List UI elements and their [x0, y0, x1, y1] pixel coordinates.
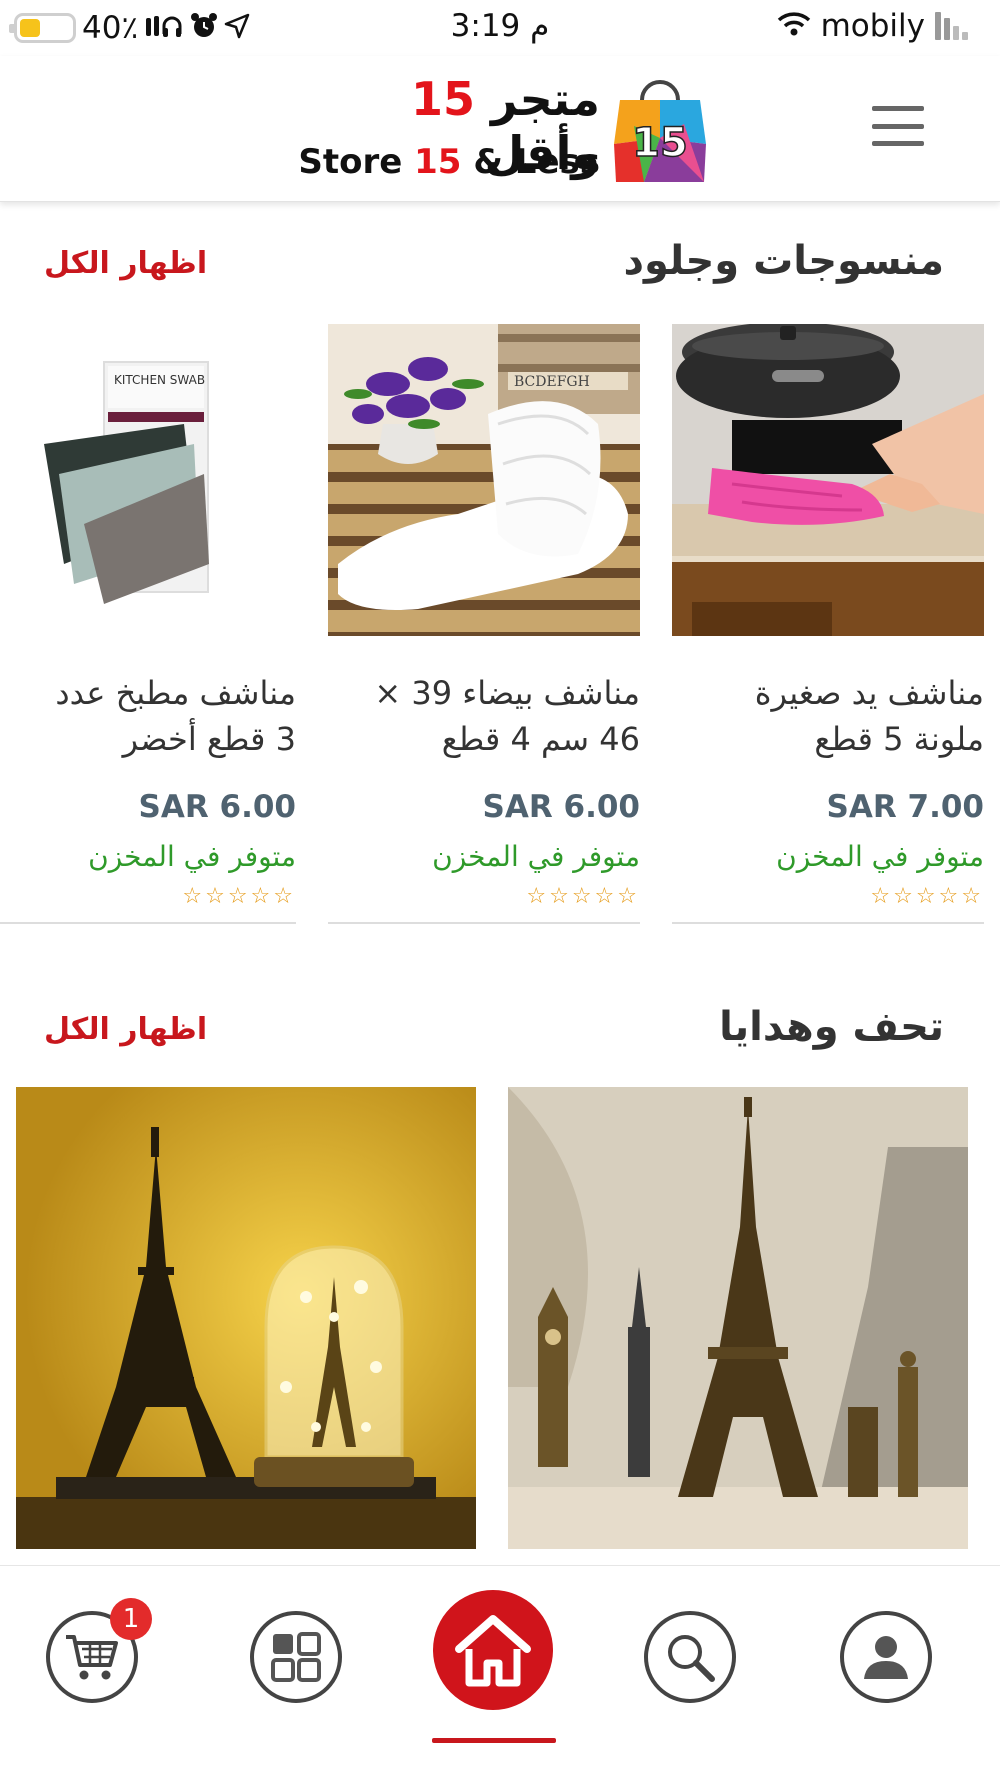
hamburger-menu-button[interactable] [872, 106, 924, 146]
status-bar: 40٪ 3:19 م mobily [0, 0, 1000, 56]
stock-status: متوفر في المخزن [776, 840, 984, 873]
user-icon [864, 1636, 908, 1679]
product-name[interactable]: مناشف مطبخ عدد 3 قطع أخضر [0, 670, 296, 762]
nav-home-button[interactable] [433, 1590, 553, 1710]
rating-stars: ☆☆☆☆☆ [182, 884, 296, 909]
bottom-navigation: 1 [0, 1565, 1000, 1778]
product-name[interactable]: مناشف بيضاء 39 × 46 سم 4 قطع [320, 670, 640, 762]
rating-stars: ☆☆☆☆☆ [870, 884, 984, 909]
product-image-kitchen-towels[interactable]: KITCHEN SWAB [0, 324, 296, 636]
nav-search-button[interactable] [644, 1611, 736, 1703]
search-icon [668, 1635, 715, 1682]
product-price: SAR 7.00 [826, 789, 984, 825]
nav-categories-button[interactable] [250, 1611, 342, 1703]
svg-text:15: 15 [632, 120, 688, 166]
see-all-gifts-link[interactable]: اظهار الكل [44, 1012, 207, 1047]
section-title-textiles: منسوجات وجلود [623, 238, 944, 284]
svg-text:KITCHEN SWAB: KITCHEN SWAB [114, 373, 205, 387]
active-tab-indicator [432, 1738, 556, 1743]
gift-image-eiffel-landmarks[interactable] [508, 1087, 968, 1549]
stock-status: متوفر في المخزن [88, 840, 296, 873]
cart-icon [66, 1635, 118, 1680]
status-right: mobily [777, 8, 968, 44]
product-price: SAR 6.00 [138, 789, 296, 825]
product-name[interactable]: مناشف يد صغيرة ملونة 5 قطع [664, 670, 984, 762]
signal-strength-icon [935, 12, 968, 40]
rating-stars: ☆☆☆☆☆ [526, 884, 640, 909]
shopping-bag-logo-icon: 15 [614, 80, 706, 182]
nav-account-button[interactable] [840, 1611, 932, 1703]
stock-status: متوفر في المخزن [432, 840, 640, 873]
app-header: متجر 15 وأقل Store 15 & Less 15 [0, 56, 1000, 202]
grid-icon [271, 1632, 321, 1682]
home-icon [455, 1615, 531, 1687]
product-price: SAR 6.00 [482, 789, 640, 825]
svg-text:BCDEFGH: BCDEFGH [514, 374, 590, 390]
product-image-white-towels[interactable]: BCDEFGH [328, 324, 640, 636]
product-card[interactable]: BCDEFGH مناشف بيضاء 39 × 46 سم 4 قطع SAR… [328, 324, 640, 924]
cart-badge: 1 [110, 1598, 152, 1640]
gifts-grid [0, 1087, 1000, 1551]
product-card[interactable]: KITCHEN SWAB مناشف مطبخ عدد 3 قطع أخضر S… [0, 324, 296, 924]
see-all-textiles-link[interactable]: اظهار الكل [44, 246, 207, 281]
product-carousel[interactable]: مناشف يد صغيرة ملونة 5 قطع SAR 7.00 متوف… [0, 324, 1000, 924]
carrier-name: mobily [820, 8, 925, 44]
gift-image-eiffel-lamp[interactable] [16, 1087, 476, 1549]
product-card[interactable]: مناشف يد صغيرة ملونة 5 قطع SAR 7.00 متوف… [672, 324, 984, 924]
section-title-gifts: تحف وهدايا [719, 1004, 944, 1050]
store-logo[interactable]: متجر 15 وأقل Store 15 & Less 15 [280, 66, 720, 196]
logo-english: Store 15 & Less [298, 142, 600, 182]
product-image-hand-towels[interactable] [672, 324, 984, 636]
wifi-icon [777, 11, 811, 42]
